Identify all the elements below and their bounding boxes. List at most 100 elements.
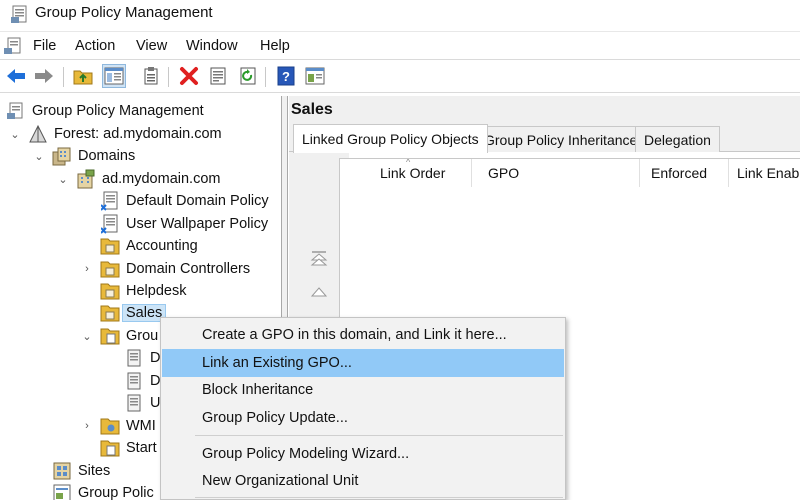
sort-ascending-icon: ^ [406,159,411,167]
starter-gpo-folder-icon [100,438,120,458]
tree-label: U [150,395,161,411]
menu-item-new-ou[interactable]: New Organizational Unit [162,467,564,495]
tree-node-gpo[interactable]: D [124,347,160,369]
refresh-icon[interactable] [237,65,259,87]
tab-strip: Linked Group Policy Objects Group Policy… [289,124,800,153]
ou-folder-icon [100,303,120,323]
gpo-scroll-icon [124,393,144,413]
tree-label: WMI [126,418,156,434]
tree-label: Domains [78,148,136,164]
tree-label: Start [126,440,157,456]
gpm-app-icon [11,4,29,27]
tree-node-domains[interactable]: ⌄ Domains [32,145,135,167]
tree-node-domain[interactable]: ⌄ ad.mydomain.com [56,168,220,190]
menu-item-modeling-wizard[interactable]: Group Policy Modeling Wizard... [162,440,564,468]
chevron-right-icon[interactable]: › [80,419,94,433]
chevron-down-icon[interactable]: ⌄ [32,149,46,163]
forest-icon [28,124,48,144]
column-header-link-enabled[interactable]: Link Enable [729,159,800,187]
column-label: Link Order [380,165,446,181]
tree-node-forest[interactable]: ⌄ Forest: ad.mydomain.com [8,123,222,145]
tree-label: Sites [78,463,111,479]
tree-node-gpo-link[interactable]: Default Domain Policy [100,190,269,212]
tree-node-modeling[interactable]: Group Polic [52,482,154,500]
ou-folder-icon [100,259,120,279]
domains-icon [52,146,72,166]
tree-node-ou[interactable]: Accounting [100,235,198,257]
tree-node-ou[interactable]: › Domain Controllers [80,258,250,280]
column-header-enforced[interactable]: Enforced [643,159,729,187]
tree-node-ou[interactable]: Helpdesk [100,280,186,302]
system-menu-icon[interactable] [4,37,24,58]
details-title: Sales [291,101,333,118]
tree-node-gpo[interactable]: U [124,392,160,414]
column-header-link-order[interactable]: ^ Link Order [340,159,472,187]
menu-bar: File Action View Window Help [0,31,800,59]
gpo-scroll-icon [124,371,144,391]
gpm-icon [6,101,26,121]
wmi-folder-icon [100,416,120,436]
tab-delegation[interactable]: Delegation [635,126,720,152]
toolbar-separator [168,67,169,87]
back-icon[interactable] [5,65,27,87]
tree-label: Default Domain Policy [126,193,269,209]
menu-separator [195,497,563,498]
domain-icon [76,169,96,189]
tree-node-root[interactable]: Group Policy Management [6,100,204,122]
show-hide-tree-icon[interactable] [102,64,126,88]
move-to-top-icon[interactable] [309,248,329,268]
column-header-gpo[interactable]: GPO [480,159,640,187]
forward-icon[interactable] [33,65,55,87]
tree-node-wmi[interactable]: › WMI [80,415,156,437]
tree-node-gpo-container[interactable]: ⌄ Grou [80,325,158,347]
context-menu: Create a GPO in this domain, and Link it… [160,317,566,500]
menu-action[interactable]: Action [75,38,115,54]
menu-item-block-inheritance[interactable]: Block Inheritance [162,376,564,404]
gpo-folder-icon [100,326,120,346]
menu-separator [195,435,563,436]
tree-node-ou-selected[interactable]: Sales [100,302,167,324]
chevron-right-icon[interactable]: › [80,262,94,276]
delete-icon[interactable] [178,65,200,87]
console-icon[interactable] [304,65,326,87]
ou-folder-icon [100,236,120,256]
details-header: Sales [289,96,800,124]
tree-label: Helpdesk [126,283,187,299]
ou-folder-icon [100,281,120,301]
modeling-icon [52,483,72,500]
column-label: Enforced [651,165,708,181]
tree-label: Domain Controllers [126,261,251,277]
export-list-icon[interactable] [207,65,229,87]
window-title: Group Policy Management [35,4,213,21]
tree-label: Group Policy Management [32,103,204,119]
tab-linked-gpos[interactable]: Linked Group Policy Objects [293,124,488,153]
menu-view[interactable]: View [136,38,167,54]
help-icon[interactable]: ? [275,65,297,87]
column-label: Link Enable [737,165,800,181]
tree-node-gpo[interactable]: D [124,370,160,392]
up-folder-icon[interactable] [72,65,94,87]
move-up-icon[interactable] [309,282,329,302]
column-label: GPO [488,165,520,181]
chevron-down-icon[interactable]: ⌄ [80,329,94,343]
tree-label: Accounting [126,238,198,254]
gpo-scroll-icon [124,348,144,368]
menu-item-gp-update[interactable]: Group Policy Update... [162,404,564,432]
tab-gp-inheritance[interactable]: Group Policy Inheritance [475,126,647,152]
tree-label: Group Polic [78,485,154,500]
chevron-down-icon[interactable]: ⌄ [8,127,22,141]
tree-node-gpo-link[interactable]: User Wallpaper Policy [100,213,268,235]
chevron-down-icon[interactable]: ⌄ [56,172,70,186]
gpo-link-icon [100,191,120,211]
menu-help[interactable]: Help [260,38,290,54]
tree-label: User Wallpaper Policy [126,216,269,232]
menu-file[interactable]: File [33,38,56,54]
tree-node-sites[interactable]: Sites [52,460,110,482]
menu-item-link-existing-gpo[interactable]: Link an Existing GPO... [162,349,564,377]
properties-icon[interactable] [140,65,162,87]
tree-node-starter[interactable]: Start [100,437,157,459]
sites-icon [52,461,72,481]
menu-window[interactable]: Window [186,38,238,54]
menu-item-create-gpo[interactable]: Create a GPO in this domain, and Link it… [162,321,564,349]
toolbar-separator [265,67,266,87]
